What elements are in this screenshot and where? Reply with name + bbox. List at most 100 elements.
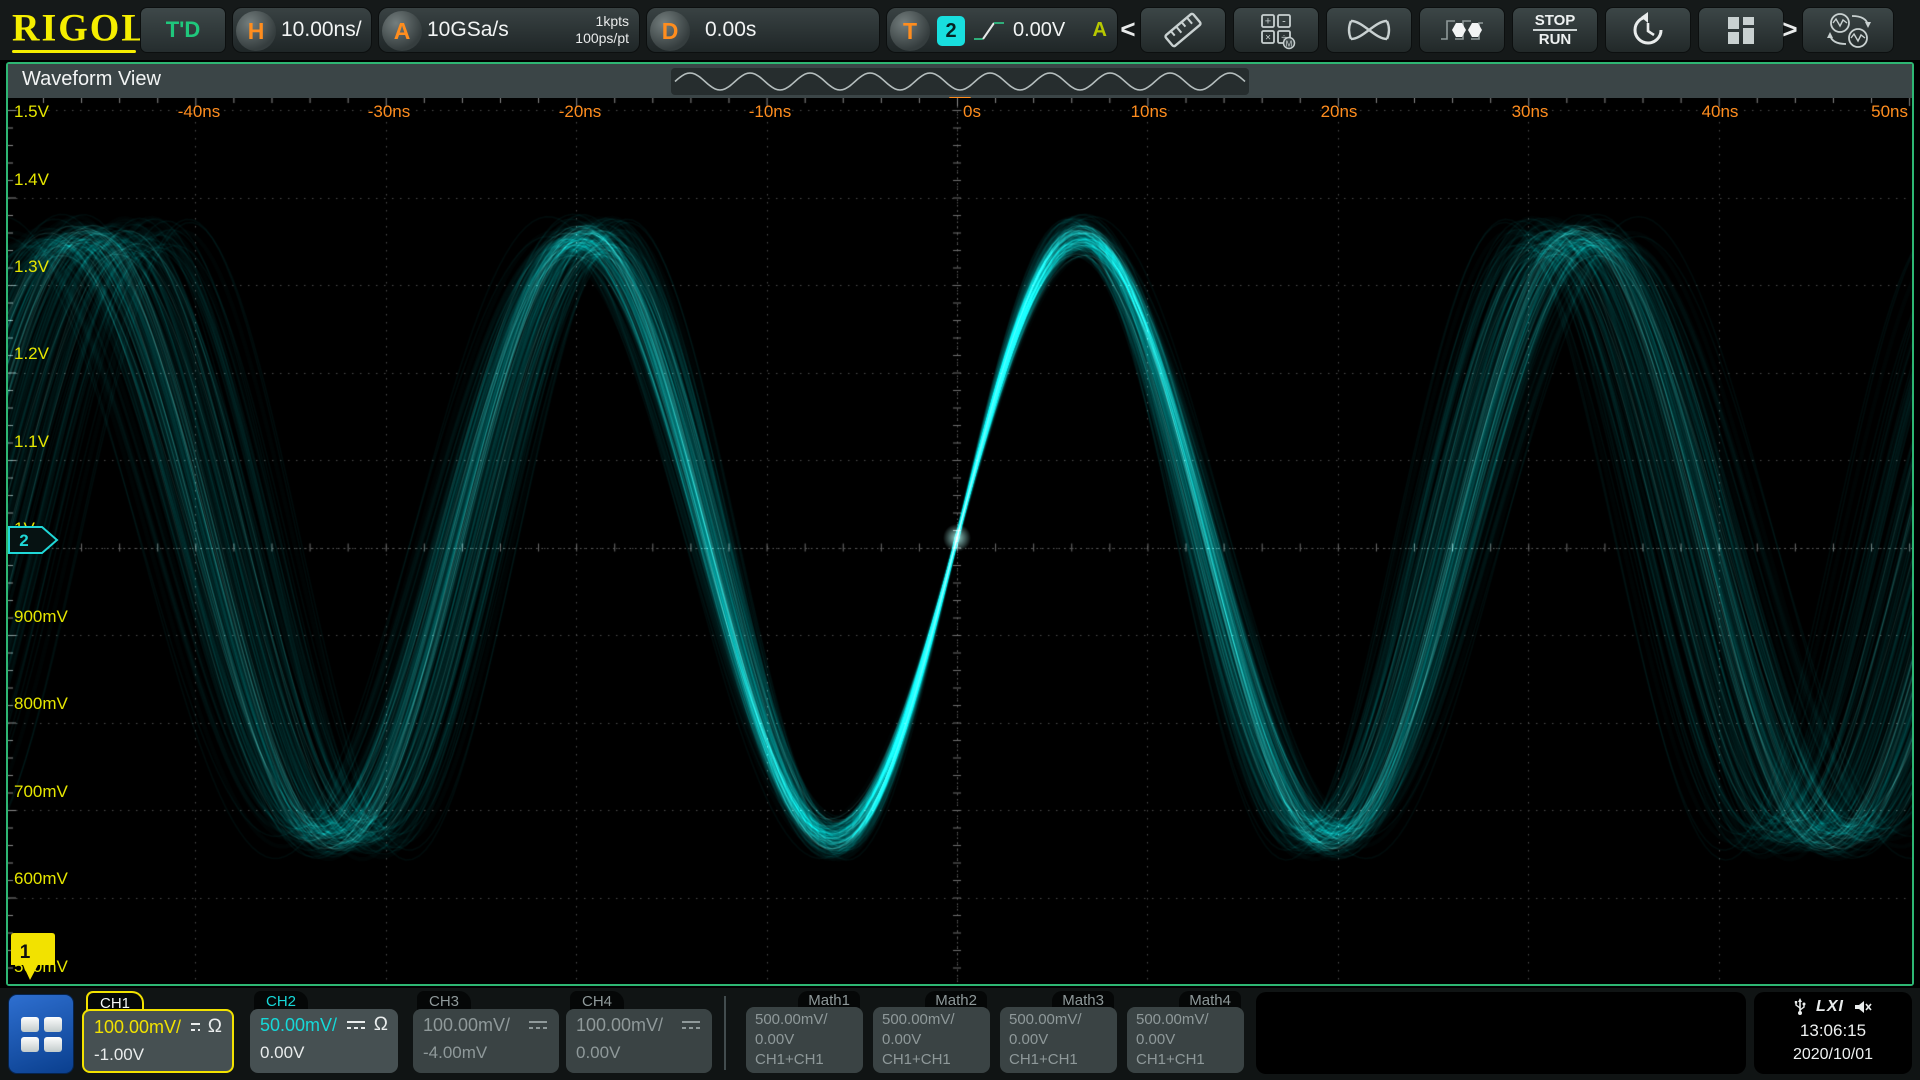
- math-button[interactable]: + - × ÷ M: [1233, 7, 1319, 53]
- oscilloscope-screen: RIGOL T'D H 10.00ns/ A 10GSa/s 1kpts 100…: [0, 0, 1920, 1080]
- memory-depth-block: 1kpts 100ps/pt: [575, 13, 629, 47]
- toolbar-collapse-chevron[interactable]: <: [1120, 12, 1136, 46]
- stop-run-button[interactable]: STOP RUN: [1512, 7, 1598, 53]
- math2-expression: CH1+CH1: [882, 1050, 981, 1070]
- eye-mask-button[interactable]: [1419, 7, 1505, 53]
- horizontal-scale-value: 10.00ns/: [281, 8, 362, 52]
- math2-body: 500.00mV/ 0.00V CH1+CH1: [873, 1007, 990, 1073]
- channel-math-divider: [724, 996, 726, 1070]
- trigger-source-badge: 2: [937, 16, 965, 46]
- math4-scale: 500.00mV/: [1136, 1010, 1235, 1030]
- delay-key-icon: D: [650, 11, 690, 51]
- rigol-logo: RIGOL: [12, 5, 149, 51]
- ruler-icon: [1161, 11, 1205, 49]
- channel-card-ch1[interactable]: CH1 100.00mV/ Ω -1.00V: [82, 991, 234, 1073]
- acquisition-panel[interactable]: A 10GSa/s 1kpts 100ps/pt: [378, 7, 640, 53]
- bottom-channel-bar: CH1 100.00mV/ Ω -1.00V CH2 50.00mV/: [0, 988, 1920, 1080]
- sample-resolution-value: 100ps/pt: [575, 30, 629, 47]
- time-label: -10ns: [749, 102, 792, 122]
- horizontal-position-preview[interactable]: [671, 68, 1249, 95]
- math-card-math4[interactable]: Math4 500.00mV/ 0.00V CH1+CH1: [1127, 991, 1244, 1073]
- lxi-logo: LXI: [1816, 998, 1844, 1016]
- channel-card-ch2[interactable]: CH2 50.00mV/ Ω 0.00V: [250, 991, 398, 1073]
- math1-expression: CH1+CH1: [755, 1050, 854, 1070]
- measure-button[interactable]: [1140, 7, 1226, 53]
- time-label: -40ns: [178, 102, 221, 122]
- trigger-status-button[interactable]: T'D: [140, 7, 226, 53]
- volt-label: 900mV: [14, 607, 68, 627]
- channel-card-ch4[interactable]: CH4 100.00mV/ 0.00V: [566, 991, 712, 1073]
- volt-label: 600mV: [14, 869, 68, 889]
- menu-grid-button[interactable]: [8, 994, 74, 1074]
- time-label: 30ns: [1512, 102, 1549, 122]
- history-button[interactable]: [1605, 7, 1691, 53]
- stop-label: STOP: [1535, 12, 1576, 29]
- svg-text:2: 2: [19, 531, 28, 550]
- math-operations-icon: + - × ÷ M: [1254, 10, 1298, 50]
- math4-offset: 0.00V: [1136, 1030, 1235, 1050]
- screen-cycle-button[interactable]: [1802, 7, 1894, 53]
- volt-label: 1.5V: [14, 102, 49, 122]
- ch1-scale: 100.00mV/: [94, 1017, 181, 1038]
- waveform-view: Waveform View -40ns -30ns -20ns -10ns 0s…: [6, 62, 1914, 986]
- waveform-display[interactable]: [8, 98, 1912, 984]
- waveform-view-header: Waveform View: [8, 64, 1912, 98]
- trigger-panel[interactable]: T 2 0.00V A: [886, 7, 1118, 53]
- dc-coupling-icon: [345, 1018, 366, 1032]
- window-layout-icon: [1724, 13, 1758, 47]
- volt-label: 800mV: [14, 694, 68, 714]
- ch3-offset: -4.00mV: [423, 1043, 549, 1063]
- math2-offset: 0.00V: [882, 1030, 981, 1050]
- window-layout-button[interactable]: [1698, 7, 1784, 53]
- volt-label: 1.2V: [14, 344, 49, 364]
- run-label: RUN: [1533, 29, 1578, 48]
- top-status-bar: RIGOL T'D H 10.00ns/ A 10GSa/s 1kpts 100…: [0, 0, 1920, 60]
- svg-text:M: M: [1286, 40, 1293, 49]
- math-card-math3[interactable]: Math3 500.00mV/ 0.00V CH1+CH1: [1000, 991, 1117, 1073]
- ch1-body: 100.00mV/ Ω -1.00V: [82, 1009, 234, 1073]
- time-label: 10ns: [1131, 102, 1168, 122]
- time-label: 40ns: [1702, 102, 1739, 122]
- waveform-view-title: Waveform View: [22, 68, 161, 91]
- dc-coupling-icon: [680, 1018, 702, 1032]
- rising-edge-icon: [971, 16, 1007, 46]
- time-label: 20ns: [1321, 102, 1358, 122]
- screen-cycle-icon: [1822, 10, 1874, 50]
- channel-card-ch3[interactable]: CH3 100.00mV/ -4.00mV: [413, 991, 559, 1073]
- xy-mode-button[interactable]: [1326, 7, 1412, 53]
- ch2-offset: 0.00V: [260, 1043, 388, 1063]
- math-card-math1[interactable]: Math1 500.00mV/ 0.00V CH1+CH1: [746, 991, 863, 1073]
- svg-text:-: -: [1282, 16, 1286, 28]
- math3-scale: 500.00mV/: [1009, 1010, 1108, 1030]
- trigger-level-marker[interactable]: 2: [8, 526, 60, 554]
- history-clock-icon: [1628, 10, 1668, 50]
- horizontal-delay-panel[interactable]: D 0.00s: [646, 7, 880, 53]
- trigger-level-value: 0.00V: [1013, 8, 1065, 52]
- math3-body: 500.00mV/ 0.00V CH1+CH1: [1000, 1007, 1117, 1073]
- ch3-scale: 100.00mV/: [423, 1015, 519, 1036]
- horizontal-key-icon: H: [236, 11, 276, 51]
- datetime-panel[interactable]: LXI 13:06:15 2020/10/01: [1754, 992, 1912, 1074]
- ch1-offset: -1.00V: [94, 1045, 222, 1065]
- math1-scale: 500.00mV/: [755, 1010, 854, 1030]
- horizontal-scale-panel[interactable]: H 10.00ns/: [232, 7, 372, 53]
- ch4-body: 100.00mV/ 0.00V: [566, 1009, 712, 1073]
- volt-label: 1.1V: [14, 432, 49, 452]
- math-card-math2[interactable]: Math2 500.00mV/ 0.00V CH1+CH1: [873, 991, 990, 1073]
- ch3-body: 100.00mV/ -4.00mV: [413, 1009, 559, 1073]
- trigger-key-icon: T: [890, 11, 930, 51]
- ch1-offset-marker[interactable]: 1: [10, 932, 56, 984]
- toolbar-expand-chevron[interactable]: >: [1782, 12, 1798, 46]
- clock-time: 13:06:15: [1754, 1018, 1912, 1044]
- math1-body: 500.00mV/ 0.00V CH1+CH1: [746, 1007, 863, 1073]
- time-label: -20ns: [559, 102, 602, 122]
- xy-mode-icon: [1345, 13, 1393, 47]
- time-label: 50ns: [1871, 102, 1908, 122]
- memory-depth-value: 1kpts: [575, 13, 629, 30]
- rigol-logo-underline: [12, 50, 136, 53]
- dc-coupling-icon: [527, 1018, 549, 1032]
- grid-squares-icon: [21, 1017, 62, 1052]
- ch1-impedance: Ω: [208, 1016, 222, 1038]
- eye-diagram-icon: [1439, 11, 1485, 49]
- ch2-body: 50.00mV/ Ω 0.00V: [250, 1009, 398, 1073]
